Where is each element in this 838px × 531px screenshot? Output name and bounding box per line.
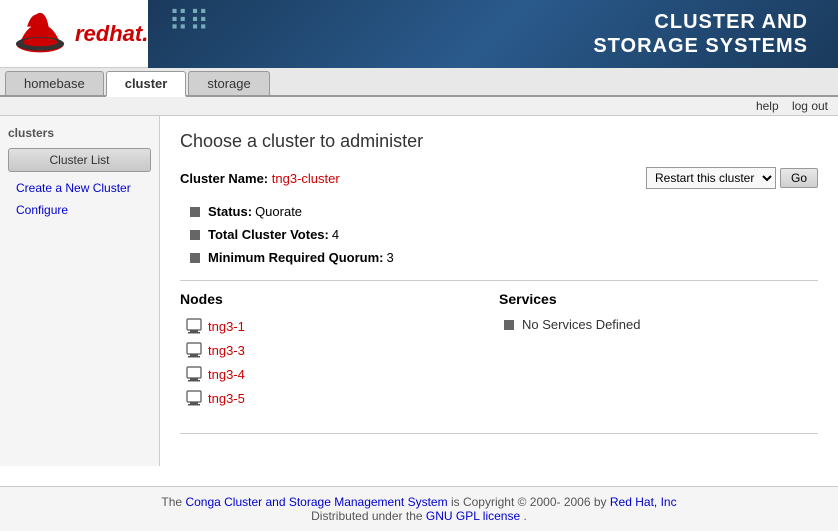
content-divider (180, 433, 818, 434)
status-bullet (190, 207, 200, 217)
cluster-bar: Cluster Name: tng3-cluster Restart this … (180, 167, 818, 189)
list-item: tng3-3 (180, 341, 499, 359)
services-header: Services (499, 291, 818, 307)
node-link-tng3-4[interactable]: tng3-4 (208, 367, 245, 382)
main-layout: clusters Cluster List Create a New Clust… (0, 116, 838, 466)
footer-text-before: The (161, 495, 182, 509)
sidebar: clusters Cluster List Create a New Clust… (0, 116, 160, 466)
min-quorum-row: Minimum Required Quorum: 3 (180, 250, 818, 265)
node-link-tng3-1[interactable]: tng3-1 (208, 319, 245, 334)
sidebar-section-title: clusters (8, 126, 151, 140)
footer-copyright: is Copyright © 2000- 2006 by (451, 495, 607, 509)
conga-link[interactable]: Conga Cluster and Storage Management Sys… (185, 495, 447, 509)
total-votes-value: 4 (332, 227, 339, 242)
no-services-text: No Services Defined (522, 317, 641, 332)
footer-line2: Distributed under the GNU GPL license . (10, 509, 828, 523)
tab-cluster[interactable]: cluster (106, 71, 187, 97)
create-new-cluster-link[interactable]: Create a New Cluster (8, 178, 151, 198)
footer-distributed-text: Distributed under the (311, 509, 422, 523)
main-content: Choose a cluster to administer Cluster N… (160, 116, 838, 466)
cluster-name-label: Cluster Name: (180, 171, 268, 186)
list-item: tng3-5 (180, 389, 499, 407)
no-services-row: No Services Defined (499, 317, 818, 332)
status-label: Status: (208, 204, 252, 219)
quorum-bullet (190, 253, 200, 263)
help-link[interactable]: help (756, 99, 779, 113)
services-column: Services No Services Defined (499, 291, 818, 413)
top-links-bar: help log out (0, 97, 838, 116)
redhat-brand-text: redhat. (75, 21, 148, 47)
list-item: tng3-4 (180, 365, 499, 383)
tab-storage[interactable]: storage (188, 71, 269, 95)
footer-line1: The Conga Cluster and Storage Management… (10, 495, 828, 509)
gpl-license-link[interactable]: GNU GPL license (426, 509, 520, 523)
page-title: Choose a cluster to administer (180, 131, 818, 152)
node-link-tng3-3[interactable]: tng3-3 (208, 343, 245, 358)
cluster-name-display: Cluster Name: tng3-cluster (180, 171, 340, 186)
total-votes-row: Total Cluster Votes: 4 (180, 227, 818, 242)
header: redhat. ⠿⠿ CLUSTER AND STORAGE SYSTEMS (0, 0, 838, 68)
service-bullet (504, 320, 514, 330)
logout-link[interactable]: log out (792, 99, 828, 113)
status-row: Status: Quorate (180, 204, 818, 219)
nodes-header: Nodes (180, 291, 499, 307)
node-icon (185, 389, 203, 407)
cluster-actions: Restart this cluster Go (646, 167, 818, 189)
redhat-link[interactable]: Red Hat, Inc (610, 495, 677, 509)
min-quorum-label: Minimum Required Quorum: (208, 250, 384, 265)
nodes-column: Nodes tng3-1 tng3-3 (180, 291, 499, 413)
min-quorum-value: 3 (387, 250, 394, 265)
footer: The Conga Cluster and Storage Management… (0, 486, 838, 531)
go-button[interactable]: Go (780, 168, 818, 188)
node-icon (185, 341, 203, 359)
node-link-tng3-5[interactable]: tng3-5 (208, 391, 245, 406)
cluster-name-value: tng3-cluster (272, 171, 340, 186)
banner-title: CLUSTER AND STORAGE SYSTEMS (593, 10, 808, 58)
header-banner: ⠿⠿ CLUSTER AND STORAGE SYSTEMS (148, 0, 838, 68)
tab-homebase[interactable]: homebase (5, 71, 104, 95)
banner-decoration: ⠿⠿ (168, 5, 209, 38)
list-item: tng3-1 (180, 317, 499, 335)
status-value: Quorate (255, 204, 302, 219)
total-votes-label: Total Cluster Votes: (208, 227, 329, 242)
votes-bullet (190, 230, 200, 240)
nodes-services-section: Nodes tng3-1 tng3-3 (180, 280, 818, 413)
node-icon (185, 365, 203, 383)
configure-link[interactable]: Configure (8, 200, 151, 220)
restart-cluster-select[interactable]: Restart this cluster (646, 167, 776, 189)
logo-area: redhat. (0, 6, 148, 61)
cluster-list-button[interactable]: Cluster List (8, 148, 151, 172)
nav-tabs: homebase cluster storage (0, 68, 838, 97)
node-icon (185, 317, 203, 335)
redhat-logo-icon (10, 6, 70, 61)
footer-period: . (524, 509, 527, 523)
